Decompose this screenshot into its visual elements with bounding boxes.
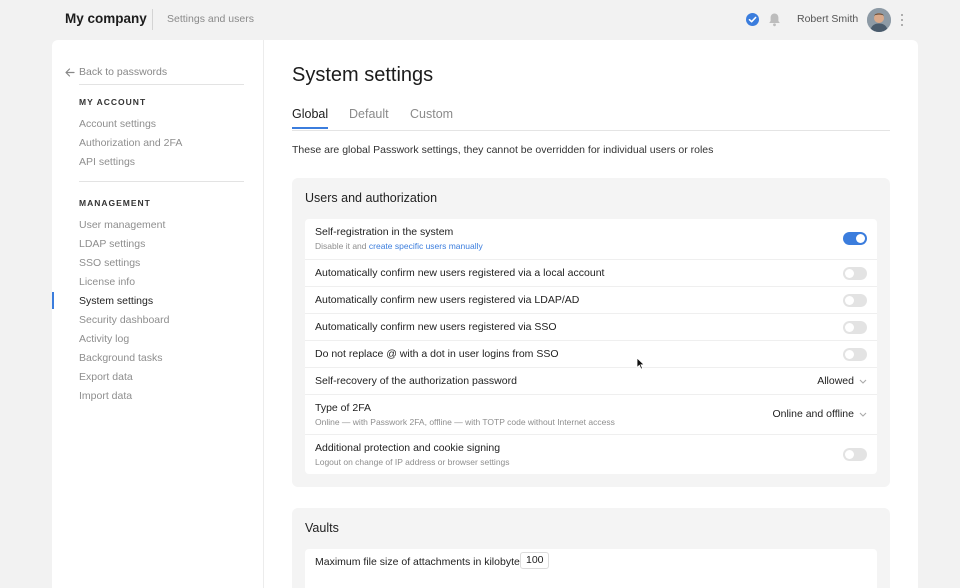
back-label: Back to passwords: [79, 66, 168, 78]
setting-label: Self-registration in the system: [315, 226, 454, 238]
cookie-signing-toggle[interactable]: [843, 448, 867, 461]
settings-card: Back to passwords MY ACCOUNT Account set…: [52, 40, 918, 588]
sidebar-item-activity-log[interactable]: Activity log: [79, 333, 129, 345]
sidebar: Back to passwords MY ACCOUNT Account set…: [52, 40, 264, 588]
tab-default[interactable]: Default: [349, 107, 389, 127]
mouse-cursor-icon: [636, 357, 645, 375]
setting-cookie-signing: Additional protection and cookie signing…: [305, 434, 877, 474]
settings-list: Self-registration in the system Disable …: [305, 219, 877, 474]
sidebar-item-sso-settings[interactable]: SSO settings: [79, 257, 140, 269]
tabs: Global Default Custom: [292, 107, 890, 131]
create-users-link[interactable]: create specific users manually: [369, 241, 483, 251]
setting-hint: Online — with Passwork 2FA, offline — wi…: [315, 417, 615, 427]
setting-hint: Disable it and create specific users man…: [315, 241, 483, 251]
confirm-sso-toggle[interactable]: [843, 321, 867, 334]
sidebar-item-user-management[interactable]: User management: [79, 219, 165, 231]
sidebar-divider: [79, 181, 244, 182]
confirm-ldap-toggle[interactable]: [843, 294, 867, 307]
setting-label: Maximum file size of attachments in kilo…: [315, 556, 526, 568]
setting-label: Automatically confirm new users register…: [315, 294, 580, 306]
sidebar-item-system-settings[interactable]: System settings: [79, 295, 153, 307]
chevron-down-icon: [859, 412, 867, 417]
setting-self-registration: Self-registration in the system Disable …: [305, 219, 877, 259]
select-value: Online and offline: [772, 408, 854, 420]
setting-confirm-sso: Automatically confirm new users register…: [305, 313, 877, 340]
sidebar-item-export-data[interactable]: Export data: [79, 371, 133, 383]
management-heading: MANAGEMENT: [79, 198, 151, 208]
section-title: Vaults: [305, 521, 339, 535]
tab-custom[interactable]: Custom: [410, 107, 453, 127]
more-menu-icon[interactable]: [897, 11, 907, 29]
self-recovery-select[interactable]: Allowed: [817, 375, 867, 387]
2fa-type-select[interactable]: Online and offline: [772, 408, 867, 420]
sidebar-item-api-settings[interactable]: API settings: [79, 156, 135, 168]
user-name[interactable]: Robert Smith: [797, 13, 858, 25]
arrow-left-icon: [65, 67, 75, 77]
sidebar-divider: [79, 84, 244, 85]
select-value: Allowed: [817, 375, 854, 387]
setting-self-recovery: Self-recovery of the authorization passw…: [305, 367, 877, 394]
sidebar-item-security-dashboard[interactable]: Security dashboard: [79, 314, 169, 326]
section-title: Users and authorization: [305, 191, 438, 205]
sso-dot-replace-toggle[interactable]: [843, 348, 867, 361]
max-file-size-input[interactable]: 100: [520, 552, 549, 569]
self-registration-toggle[interactable]: [843, 232, 867, 245]
page-description: These are global Passwork settings, they…: [292, 144, 714, 156]
chevron-down-icon: [859, 379, 867, 384]
setting-label: Type of 2FA: [315, 402, 372, 414]
sidebar-item-import-data[interactable]: Import data: [79, 390, 132, 402]
active-indicator: [52, 292, 54, 309]
confirm-local-toggle[interactable]: [843, 267, 867, 280]
setting-confirm-local: Automatically confirm new users register…: [305, 259, 877, 286]
setting-sso-dot-replace: Do not replace @ with a dot in user logi…: [305, 340, 877, 367]
setting-label: Do not replace @ with a dot in user logi…: [315, 348, 559, 360]
my-account-heading: MY ACCOUNT: [79, 97, 147, 107]
setting-2fa-type: Type of 2FA Online — with Passwork 2FA, …: [305, 394, 877, 434]
setting-hint: Logout on change of IP address or browse…: [315, 457, 510, 467]
setting-label: Automatically confirm new users register…: [315, 267, 605, 279]
vaults-settings-list: Maximum file size of attachments in kilo…: [305, 549, 877, 588]
sidebar-item-background-tasks[interactable]: Background tasks: [79, 352, 162, 364]
avatar[interactable]: [867, 8, 891, 32]
breadcrumb: Settings and users: [167, 13, 254, 25]
back-to-passwords-link[interactable]: Back to passwords: [65, 66, 167, 78]
setting-label: Automatically confirm new users register…: [315, 321, 557, 333]
vaults-panel: Vaults Maximum file size of attachments …: [292, 508, 890, 588]
company-name[interactable]: My company: [65, 11, 147, 26]
tab-global[interactable]: Global: [292, 107, 329, 129]
setting-confirm-ldap: Automatically confirm new users register…: [305, 286, 877, 313]
setting-label: Additional protection and cookie signing: [315, 442, 501, 454]
sidebar-item-authorization-2fa[interactable]: Authorization and 2FA: [79, 137, 182, 149]
users-authorization-panel: Users and authorization Self-registratio…: [292, 178, 890, 487]
header-divider: [152, 9, 153, 30]
setting-label: Self-recovery of the authorization passw…: [315, 375, 517, 387]
top-bar: My company Settings and users Robert Smi…: [0, 0, 960, 40]
sidebar-item-license-info[interactable]: License info: [79, 276, 135, 288]
setting-max-file-size: Maximum file size of attachments in kilo…: [305, 549, 877, 576]
sidebar-item-account-settings[interactable]: Account settings: [79, 118, 156, 130]
verified-icon[interactable]: [746, 13, 759, 26]
page-title: System settings: [292, 64, 434, 86]
sidebar-item-ldap-settings[interactable]: LDAP settings: [79, 238, 145, 250]
bell-icon[interactable]: [768, 12, 781, 32]
